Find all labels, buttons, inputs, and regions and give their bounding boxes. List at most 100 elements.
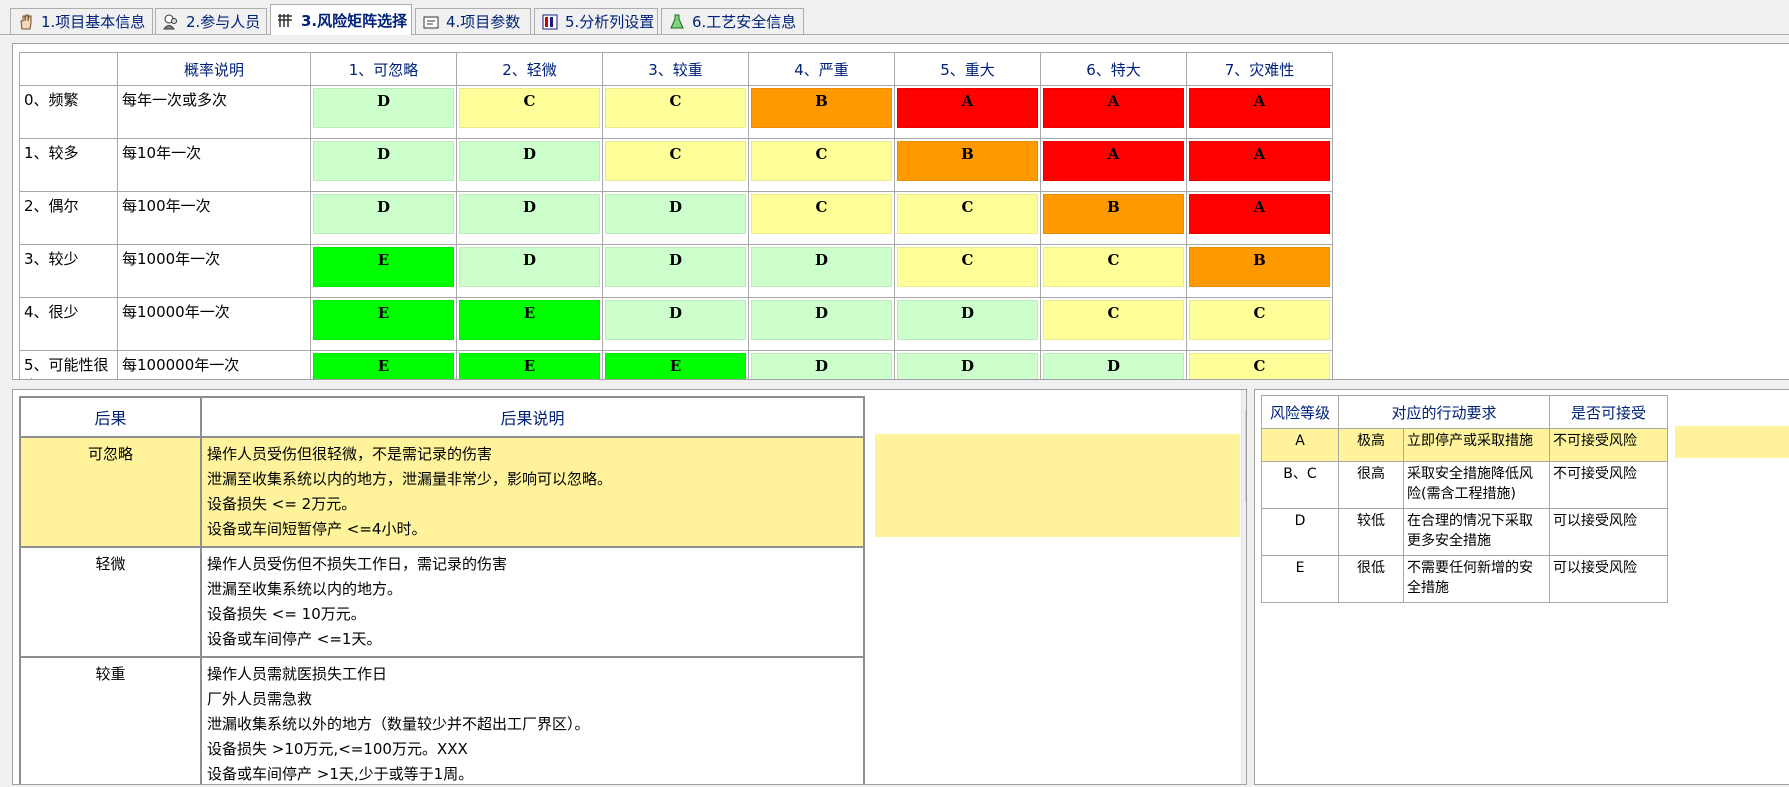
- severity-header[interactable]: 2、轻微: [456, 52, 603, 86]
- matrix-cell[interactable]: E: [310, 297, 457, 351]
- probability-name: 3、较少: [19, 244, 118, 298]
- tab-participants[interactable]: 2.参与人员: [155, 8, 267, 34]
- matrix-cell[interactable]: E: [456, 297, 603, 351]
- matrix-cell[interactable]: A: [1186, 138, 1333, 192]
- probability-name: 5、可能性很小: [19, 350, 118, 379]
- risk-grade-label: C: [1043, 300, 1184, 340]
- matrix-cell[interactable]: D: [456, 244, 603, 298]
- tab-process-safety[interactable]: 6.工艺安全信息: [661, 8, 804, 34]
- risk-grade-label: D: [1043, 353, 1184, 379]
- severity-header[interactable]: 7、灾难性: [1186, 52, 1333, 86]
- risk-level-row[interactable]: E 很低 不需要任何新增的安全措施 可以接受风险: [1261, 555, 1668, 603]
- risk-level: 很高: [1338, 461, 1404, 509]
- scroll-down-icon[interactable]: ▼: [1242, 766, 1246, 782]
- consequence-row[interactable]: 轻微 操作人员受伤但不损失工作日，需记录的伤害 泄漏至收集系统以内的地方。 设备损失 …: [19, 546, 865, 658]
- risk-matrix-panel: 概率说明 1、可忽略 2、轻微 3、较重 4、严重 5、重大 6、特大 7、灾难…: [12, 43, 1789, 380]
- severity-header[interactable]: 3、较重: [602, 52, 749, 86]
- matrix-cell[interactable]: A: [894, 85, 1041, 139]
- consequence-name: 可忽略: [19, 436, 202, 548]
- risk-grade-label: D: [313, 141, 454, 181]
- selected-level-highlight: [1675, 426, 1789, 458]
- consequence-desc-line: 操作人员受伤但很轻微，不是需记录的伤害: [207, 445, 493, 463]
- matrix-cell[interactable]: E: [602, 350, 749, 379]
- risk-grade-label: A: [897, 88, 1038, 128]
- matrix-cell[interactable]: E: [456, 350, 603, 379]
- matrix-cell[interactable]: D: [602, 244, 749, 298]
- matrix-cell[interactable]: B: [894, 138, 1041, 192]
- matrix-cell[interactable]: D: [894, 350, 1041, 379]
- risk-level-row[interactable]: B、C 很高 采取安全措施降低风险(需含工程措施) 不可接受风险: [1261, 461, 1668, 509]
- probability-desc: 每100年一次: [117, 191, 311, 245]
- matrix-cell[interactable]: D: [456, 191, 603, 245]
- tab-label: 3.风险矩阵选择: [301, 11, 408, 30]
- risk-level-row[interactable]: A 极高 立即停产或采取措施 不可接受风险: [1261, 428, 1668, 462]
- matrix-cell[interactable]: D: [748, 350, 895, 379]
- matrix-cell[interactable]: D: [602, 191, 749, 245]
- matrix-cell[interactable]: D: [748, 297, 895, 351]
- risk-level: 较低: [1338, 508, 1404, 556]
- matrix-cell[interactable]: D: [310, 85, 457, 139]
- matrix-cell[interactable]: A: [1040, 85, 1187, 139]
- risk-grade-label: D: [605, 300, 746, 340]
- matrix-cell[interactable]: A: [1186, 191, 1333, 245]
- matrix-cell[interactable]: B: [1040, 191, 1187, 245]
- matrix-cell[interactable]: E: [310, 350, 457, 379]
- matrix-cell[interactable]: C: [1186, 350, 1333, 379]
- severity-header[interactable]: 5、重大: [894, 52, 1041, 86]
- matrix-cell[interactable]: C: [456, 85, 603, 139]
- scroll-thumb[interactable]: [1245, 410, 1246, 502]
- consequence-desc-line: 厂外人员需急救: [207, 690, 313, 708]
- matrix-cell[interactable]: D: [310, 138, 457, 192]
- risk-grade-label: C: [605, 88, 746, 128]
- risk-grade-label: C: [605, 141, 746, 181]
- severity-header[interactable]: 6、特大: [1040, 52, 1187, 86]
- matrix-cell[interactable]: D: [1040, 350, 1187, 379]
- matrix-cell[interactable]: C: [1186, 297, 1333, 351]
- matrix-cell[interactable]: C: [894, 191, 1041, 245]
- tab-analysis-columns[interactable]: 5.分析列设置: [534, 8, 658, 34]
- matrix-cell[interactable]: C: [1040, 297, 1187, 351]
- risk-level-row[interactable]: D 较低 在合理的情况下采取更多安全措施 可以接受风险: [1261, 508, 1668, 556]
- matrix-cell[interactable]: B: [748, 85, 895, 139]
- risk-grade-label: A: [1043, 141, 1184, 181]
- risk-grade-label: C: [897, 247, 1038, 287]
- risk-grade-label: D: [313, 88, 454, 128]
- matrix-cell[interactable]: B: [1186, 244, 1333, 298]
- matrix-cell[interactable]: C: [748, 138, 895, 192]
- matrix-cell[interactable]: C: [748, 191, 895, 245]
- risk-grade-label: D: [459, 247, 600, 287]
- tab-project-params[interactable]: 4.项目参数: [415, 8, 531, 34]
- severity-header[interactable]: 4、严重: [748, 52, 895, 86]
- matrix-cell[interactable]: C: [1040, 244, 1187, 298]
- matrix-cell[interactable]: D: [602, 297, 749, 351]
- matrix-cell[interactable]: C: [894, 244, 1041, 298]
- tab-risk-matrix[interactable]: 3.风险矩阵选择: [270, 4, 412, 35]
- grid-icon: [277, 11, 295, 29]
- consequence-row[interactable]: 可忽略 操作人员受伤但很轻微，不是需记录的伤害 泄漏至收集系统以内的地方，泄漏量非常…: [19, 436, 865, 548]
- consequence-row[interactable]: 较重 操作人员需就医损失工作日 厂外人员需急救 泄漏收集系统以外的地方（数量较少并不超…: [19, 656, 865, 784]
- matrix-cell[interactable]: A: [1186, 85, 1333, 139]
- matrix-cell[interactable]: C: [602, 138, 749, 192]
- matrix-cell[interactable]: D: [748, 244, 895, 298]
- vertical-scrollbar[interactable]: ▲ ▼: [1241, 390, 1246, 784]
- risk-grade-label: D: [459, 194, 600, 234]
- risk-grade-label: E: [313, 247, 454, 287]
- consequence-desc-line: 设备损失 <= 2万元。: [207, 495, 357, 513]
- matrix-cell[interactable]: E: [310, 244, 457, 298]
- matrix-cell[interactable]: D: [310, 191, 457, 245]
- matrix-header-row: 概率说明 1、可忽略 2、轻微 3、较重 4、严重 5、重大 6、特大 7、灾难…: [19, 52, 1333, 86]
- acceptability: 可以接受风险: [1549, 555, 1668, 603]
- matrix-cell[interactable]: D: [456, 138, 603, 192]
- scroll-up-icon[interactable]: ▲: [1242, 392, 1246, 408]
- risk-grade-label: E: [313, 353, 454, 379]
- severity-header[interactable]: 1、可忽略: [310, 52, 457, 86]
- matrix-cell[interactable]: D: [894, 297, 1041, 351]
- acceptability: 不可接受风险: [1549, 428, 1668, 462]
- probability-name: 0、频繁: [19, 85, 118, 139]
- consequence-table: 后果 后果说明 可忽略 操作人员受伤但很轻微，不是需记录的伤害 泄漏至收集系统以内的…: [19, 396, 865, 784]
- tab-project-info[interactable]: 1.项目基本信息: [10, 8, 153, 34]
- consequence-desc-line: 设备损失 >10万元,<=100万元。XXX: [207, 740, 468, 758]
- matrix-cell[interactable]: C: [602, 85, 749, 139]
- matrix-cell[interactable]: A: [1040, 138, 1187, 192]
- form-icon: [422, 13, 440, 31]
